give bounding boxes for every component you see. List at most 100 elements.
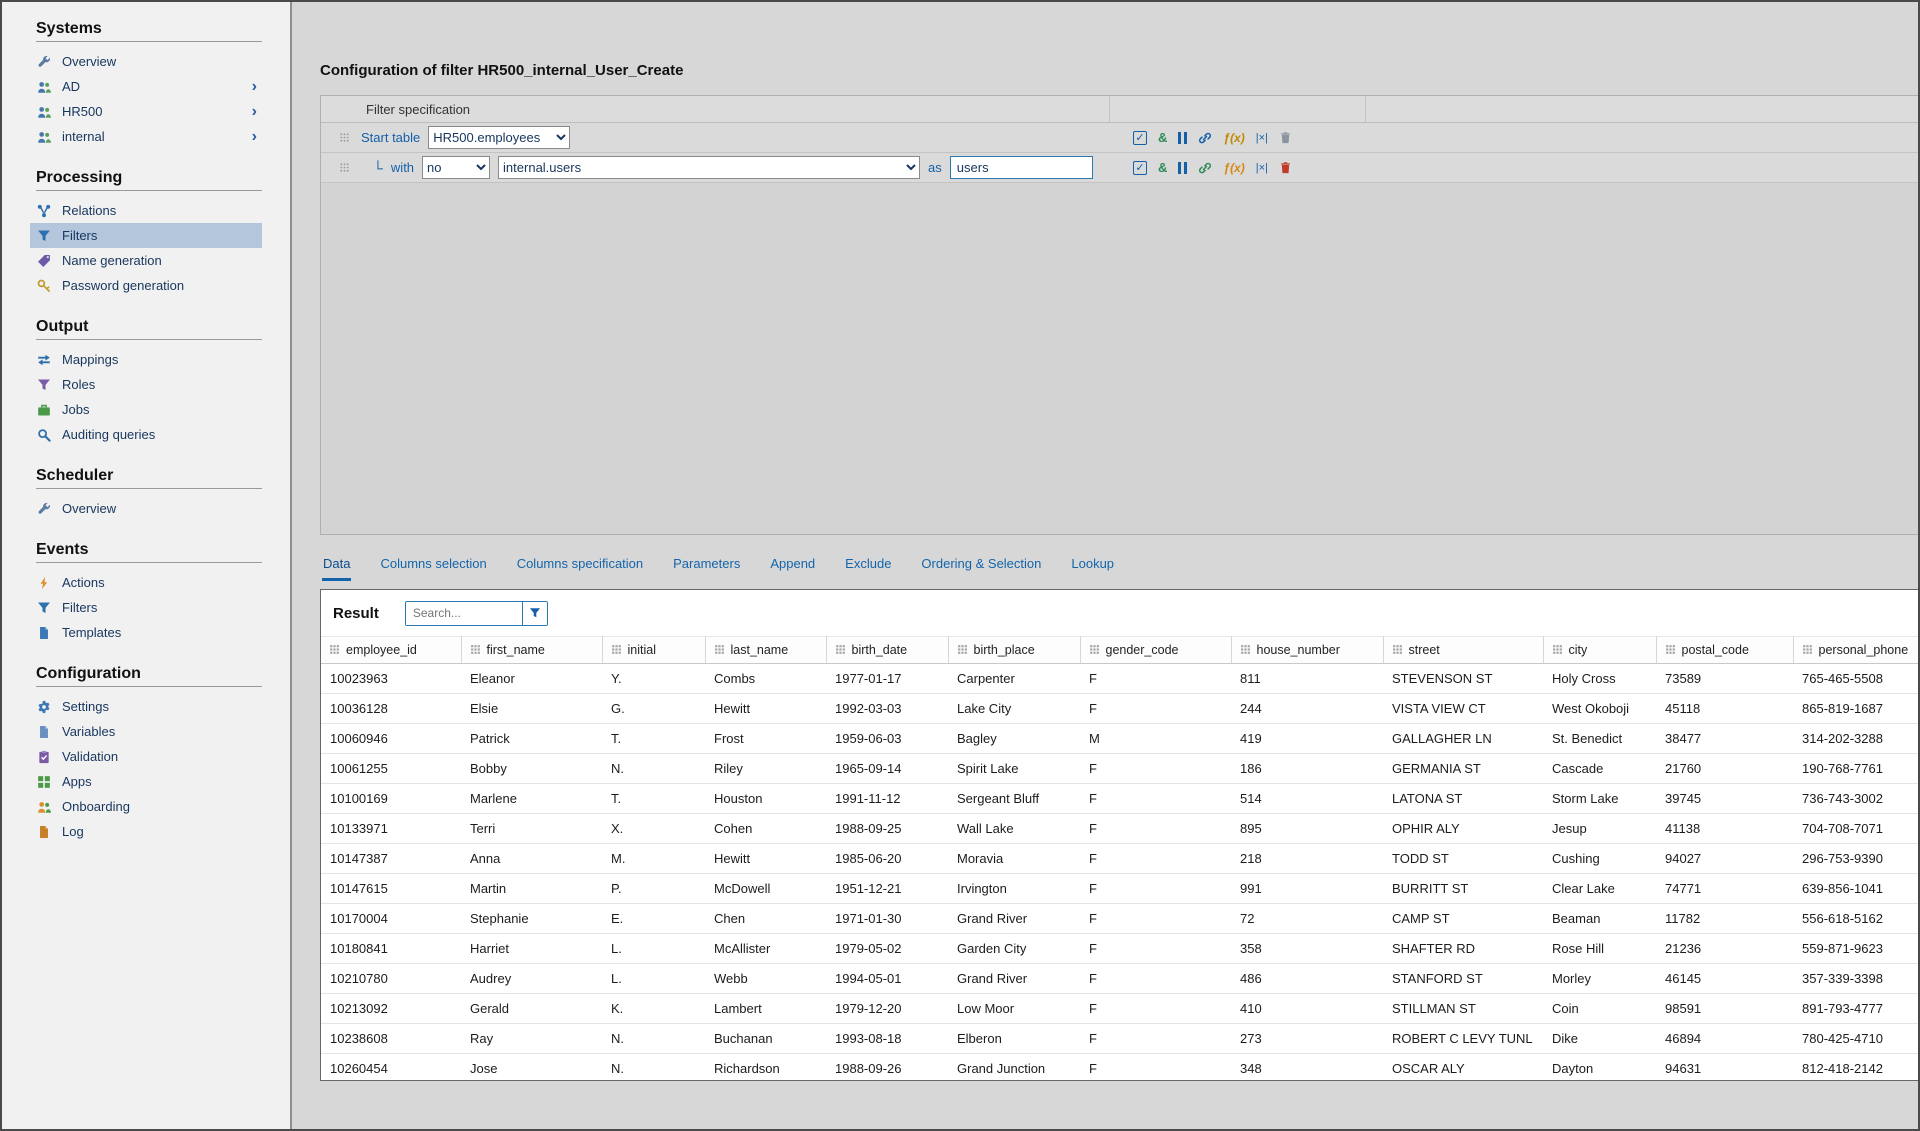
sidebar-item-configuration-apps[interactable]: Apps [30, 769, 262, 794]
tab-ordering-selection[interactable]: Ordering & Selection [920, 553, 1042, 581]
drag-handle-icon[interactable] [339, 162, 353, 173]
sidebar-item-systems-ad[interactable]: AD› [30, 74, 262, 99]
sidebar-item-processing-relations[interactable]: Relations [30, 198, 262, 223]
condition-icon[interactable]: & [1158, 130, 1167, 145]
start-table-select[interactable]: HR500.employees [428, 126, 570, 149]
column-header-initial[interactable]: initial [602, 637, 705, 664]
sidebar-item-configuration-validation[interactable]: Validation [30, 744, 262, 769]
alias-input[interactable] [950, 156, 1093, 179]
function-icon[interactable]: ƒ(x) [1223, 161, 1244, 175]
sidebar-item-label: Log [62, 824, 84, 839]
column-header-birth-place[interactable]: birth_place [948, 637, 1080, 664]
tab-data[interactable]: Data [322, 553, 351, 581]
sidebar-item-processing-filters[interactable]: Filters [30, 223, 262, 248]
column-header-birth-date[interactable]: birth_date [826, 637, 948, 664]
table-row[interactable]: 10147387AnnaM.Hewitt1985-06-20MoraviaF21… [321, 844, 1920, 874]
sidebar-item-systems-overview[interactable]: Overview [30, 49, 262, 74]
table-row[interactable]: 10238608RayN.Buchanan1993-08-18ElberonF2… [321, 1024, 1920, 1054]
table-cell: 556-618-5162 [1793, 904, 1920, 934]
pause-icon[interactable] [1178, 132, 1187, 144]
link-icon[interactable] [1198, 161, 1212, 175]
table-row[interactable]: 10100169MarleneT.Houston1991-11-12Sergea… [321, 784, 1920, 814]
table-cell: 73589 [1656, 664, 1793, 694]
table-row[interactable]: 10210780AudreyL.Webb1994-05-01Grand Rive… [321, 964, 1920, 994]
table-cell: 991 [1231, 874, 1383, 904]
column-grid-icon [611, 644, 622, 658]
table-row[interactable]: 10147615MartinP.McDowell1951-12-21Irving… [321, 874, 1920, 904]
table-row[interactable]: 10180841HarrietL.McAllister1979-05-02Gar… [321, 934, 1920, 964]
table-cell: Dike [1543, 1024, 1656, 1054]
sidebar-item-output-roles[interactable]: Roles [30, 372, 262, 397]
table-cell: VISTA VIEW CT [1383, 694, 1543, 724]
users-icon [37, 105, 54, 119]
users-icon [37, 130, 54, 144]
row-enabled-checkbox[interactable]: ✓ [1133, 161, 1147, 175]
sidebar-item-systems-internal[interactable]: internal› [30, 124, 262, 149]
sidebar-item-processing-password-generation[interactable]: Password generation [30, 273, 262, 298]
sidebar-item-processing-name-generation[interactable]: Name generation [30, 248, 262, 273]
exclude-null-icon[interactable]: |×| [1256, 162, 1268, 174]
sidebar-item-configuration-log[interactable]: Log [30, 819, 262, 844]
column-header-employee-id[interactable]: employee_id [321, 637, 461, 664]
table-row[interactable]: 10213092GeraldK.Lambert1979-12-20Low Moo… [321, 994, 1920, 1024]
tab-exclude[interactable]: Exclude [844, 553, 892, 581]
sidebar-item-output-mappings[interactable]: Mappings [30, 347, 262, 372]
column-header-gender-code[interactable]: gender_code [1080, 637, 1231, 664]
sidebar-item-configuration-variables[interactable]: Variables [30, 719, 262, 744]
column-header-last-name[interactable]: last_name [705, 637, 826, 664]
table-row[interactable]: 10260454JoseN.Richardson1988-09-26Grand … [321, 1054, 1920, 1081]
drag-handle-icon[interactable] [339, 132, 353, 143]
table-row[interactable]: 10133971TerriX.Cohen1988-09-25Wall LakeF… [321, 814, 1920, 844]
pause-icon[interactable] [1178, 162, 1187, 174]
column-header-house-number[interactable]: house_number [1231, 637, 1383, 664]
delete-row-icon[interactable] [1279, 161, 1292, 174]
tab-columns-specification[interactable]: Columns specification [516, 553, 644, 581]
sidebar-item-events-actions[interactable]: Actions [30, 570, 262, 595]
sidebar-section-title: Configuration [36, 665, 290, 683]
sidebar-item-scheduler-overview[interactable]: Overview [30, 496, 262, 521]
link-icon[interactable] [1198, 131, 1212, 145]
column-header-city[interactable]: city [1543, 637, 1656, 664]
tab-lookup[interactable]: Lookup [1070, 553, 1115, 581]
tab-parameters[interactable]: Parameters [672, 553, 741, 581]
table-cell: Clear Lake [1543, 874, 1656, 904]
table-cell: 1988-09-25 [826, 814, 948, 844]
table-cell: Coin [1543, 994, 1656, 1024]
sidebar-item-events-filters[interactable]: Filters [30, 595, 262, 620]
table-row[interactable]: 10060946PatrickT.Frost1959-06-03BagleyM4… [321, 724, 1920, 754]
column-header-street[interactable]: street [1383, 637, 1543, 664]
table-row[interactable]: 10023963EleanorY.Combs1977-01-17Carpente… [321, 664, 1920, 694]
table-cell: G. [602, 694, 705, 724]
search-filter-button[interactable] [522, 602, 547, 625]
tab-columns-selection[interactable]: Columns selection [379, 553, 487, 581]
table-cell: BURRITT ST [1383, 874, 1543, 904]
delete-row-icon[interactable] [1279, 131, 1292, 144]
row-enabled-checkbox[interactable]: ✓ [1133, 131, 1147, 145]
sidebar-item-systems-hr500[interactable]: HR500› [30, 99, 262, 124]
column-header-first-name[interactable]: first_name [461, 637, 602, 664]
column-header-postal-code[interactable]: postal_code [1656, 637, 1793, 664]
column-header-personal-phone[interactable]: personal_phone [1793, 637, 1920, 664]
table-row[interactable]: 10170004StephanieE.Chen1971-01-30Grand R… [321, 904, 1920, 934]
sidebar-item-output-auditing-queries[interactable]: Auditing queries [30, 422, 262, 447]
exclude-null-icon[interactable]: |×| [1256, 132, 1268, 144]
section-divider [36, 686, 262, 687]
sidebar-item-events-templates[interactable]: Templates [30, 620, 262, 645]
table-cell: 41138 [1656, 814, 1793, 844]
table-cell: St. Benedict [1543, 724, 1656, 754]
condition-icon[interactable]: & [1158, 160, 1167, 175]
table-cell: 865-819-1687 [1793, 694, 1920, 724]
join-table-select[interactable]: internal.users [498, 156, 920, 179]
sidebar-item-configuration-settings[interactable]: Settings [30, 694, 262, 719]
table-row[interactable]: 10061255BobbyN.Riley1965-09-14Spirit Lak… [321, 754, 1920, 784]
sidebar: SystemsOverviewAD›HR500›internal›Process… [2, 2, 292, 1129]
tab-append[interactable]: Append [769, 553, 816, 581]
table-row[interactable]: 10036128ElsieG.Hewitt1992-03-03Lake City… [321, 694, 1920, 724]
sidebar-item-configuration-onboarding[interactable]: Onboarding [30, 794, 262, 819]
search-input[interactable] [406, 602, 522, 625]
join-mode-select[interactable]: no [422, 156, 490, 179]
tree-branch-icon: └ [373, 160, 383, 176]
result-table-scroll[interactable]: employee_idfirst_nameinitiallast_namebir… [321, 636, 1920, 1080]
sidebar-item-output-jobs[interactable]: Jobs [30, 397, 262, 422]
function-icon[interactable]: ƒ(x) [1223, 131, 1244, 145]
